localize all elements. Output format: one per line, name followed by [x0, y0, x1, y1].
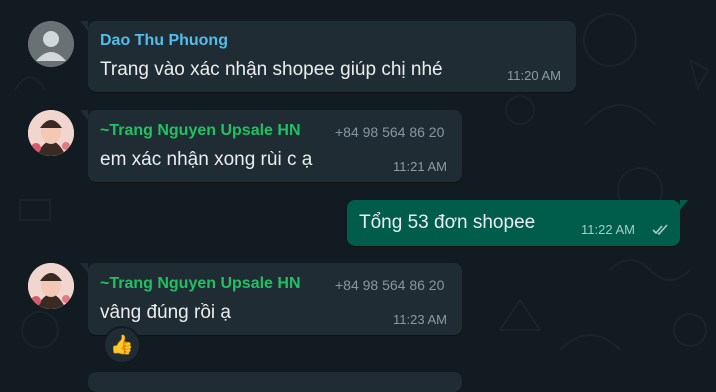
sender-phone[interactable]: +84 98 564 86 20	[335, 124, 444, 140]
sender-name[interactable]: ~Trang Nguyen Upsale HN	[100, 122, 301, 140]
profile-photo	[28, 110, 74, 156]
sender-phone[interactable]: +84 98 564 86 20	[335, 277, 444, 293]
outgoing-message[interactable]: Tổng 53 đơn shopee 11:22 AM	[347, 200, 688, 246]
bubble-tail	[80, 110, 88, 120]
avatar[interactable]	[28, 110, 74, 156]
message-time: 11:23 AM	[393, 312, 447, 327]
message-time: 11:22 AM	[581, 222, 635, 237]
message-text: Tổng 53 đơn shopee	[359, 212, 536, 233]
default-user-icon	[28, 21, 74, 67]
incoming-message-partial[interactable]	[88, 372, 462, 392]
message-time: 11:21 AM	[393, 159, 447, 174]
message-text: em xác nhận xong rùi c ạ	[100, 149, 313, 170]
incoming-message[interactable]: ~Trang Nguyen Upsale HN +84 98 564 86 20…	[80, 263, 462, 335]
avatar[interactable]	[28, 21, 74, 67]
bubble-tail	[80, 21, 88, 31]
profile-photo	[28, 263, 74, 309]
double-check-icon	[652, 224, 668, 236]
sender-name[interactable]: ~Trang Nguyen Upsale HN	[100, 275, 301, 293]
avatar[interactable]	[28, 263, 74, 309]
thumbs-up-reaction-icon[interactable]: 👍	[103, 326, 141, 364]
incoming-message[interactable]: Dao Thu Phuong Trang vào xác nhận shopee…	[80, 21, 576, 92]
bubble-tail	[680, 200, 688, 210]
sender-name[interactable]: Dao Thu Phuong	[100, 32, 228, 50]
incoming-message[interactable]: ~Trang Nguyen Upsale HN +84 98 564 86 20…	[80, 110, 462, 182]
message-text: vâng đúng rồi ạ	[100, 302, 231, 323]
message-text: Trang vào xác nhận shopee giúp chị nhé	[100, 59, 443, 80]
bubble-tail	[80, 263, 88, 273]
message-time: 11:20 AM	[507, 68, 561, 83]
